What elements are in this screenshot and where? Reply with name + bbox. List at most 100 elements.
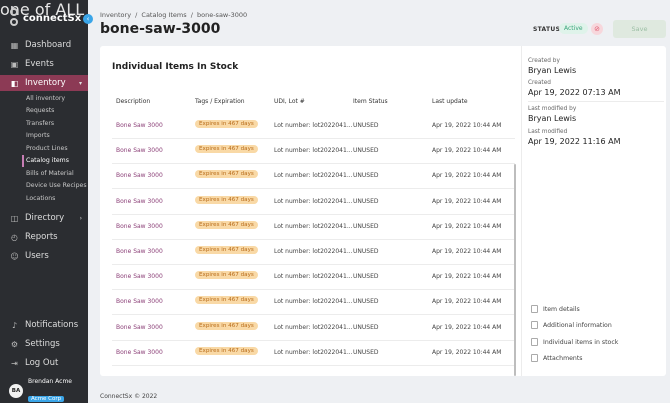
item-description-link[interactable]: Bone Saw 3000 <box>116 122 163 129</box>
inventory-icon: ◧ <box>10 78 19 88</box>
sidebar-item-reports[interactable]: ◴ Reports <box>0 229 88 245</box>
modified-by-value: Bryan Lewis <box>528 114 577 123</box>
item-description-link[interactable]: Bone Saw 3000 <box>116 198 163 205</box>
breadcrumb-inventory[interactable]: Inventory <box>100 11 131 19</box>
sidebar-item-label: Reports <box>25 232 58 242</box>
users-icon: ☺ <box>10 251 19 261</box>
item-status: UNUSED <box>353 197 379 205</box>
logo[interactable]: connectSx <box>10 8 81 28</box>
user-name: Brendan Acme <box>28 378 72 385</box>
table-row[interactable]: Bone Saw 3000 Expires in 467 days Lot numb… <box>112 240 515 265</box>
item-status: UNUSED <box>353 248 379 255</box>
last-update: Apr 19, 2022 10:44 AM <box>432 248 502 255</box>
side-link-additional-information[interactable]: Additional information <box>531 321 612 329</box>
last-update: Apr 19, 2022 10:44 AM <box>432 273 502 281</box>
sidebar: connectSx one of ALL ▦ Dashboard ▣ Event… <box>0 0 88 403</box>
table-row[interactable]: Bone Saw 3000 Expires in 467 days Lot numb… <box>112 215 515 240</box>
item-description-link[interactable]: Bone Saw 3000 <box>116 298 163 305</box>
column-header-udi[interactable]: UDI, Lot # <box>274 98 305 105</box>
table-row[interactable]: Bone Saw 3000 Expires in 467 days Lot numb… <box>112 190 515 215</box>
sidebar-item-settings[interactable]: ⚙ Settings <box>0 336 88 352</box>
table-row[interactable]: Bone Saw 3000 Expires in 467 days Lot numb… <box>112 290 515 316</box>
breadcrumb: Inventory / Catalog Items / bone-saw-300… <box>100 11 249 19</box>
table-row[interactable]: Bone Saw 3000 Expires in 467 days Lot numb… <box>112 114 515 139</box>
sidebar-item-directory[interactable]: ◫ Directory › <box>0 210 88 226</box>
sidebar-item-label: Settings <box>25 339 60 349</box>
item-description-link[interactable]: Bone Saw 3000 <box>116 324 163 331</box>
item-description-link[interactable]: Bone Saw 3000 <box>116 223 163 230</box>
modified-value: Apr 19, 2022 11:16 AM <box>528 137 621 146</box>
lot-number: Lot number: lot2022041... <box>274 248 353 255</box>
chevron-down-icon: ▾ <box>78 79 82 87</box>
last-update: Apr 19, 2022 10:44 AM <box>432 147 502 155</box>
sidebar-subitem-catalog-items[interactable]: Catalog items <box>22 155 88 167</box>
expiration-tag: Expires in 467 days <box>195 296 258 305</box>
side-link-label: Attachments <box>543 354 583 362</box>
side-link-attachments[interactable]: Attachments <box>531 354 583 362</box>
column-header-last-update[interactable]: Last update <box>432 98 468 105</box>
lot-number: Lot number: lot2022041... <box>274 298 353 306</box>
table-row[interactable]: Bone Saw 3000 Expires in 467 days Lot numb… <box>112 139 515 165</box>
user-profile[interactable]: BA Brendan Acme Acme Corp <box>0 378 88 403</box>
deactivate-icon[interactable]: ⊘ <box>591 23 603 35</box>
sidebar-item-users[interactable]: ☺ Users <box>0 248 88 264</box>
sidebar-item-label: Dashboard <box>25 40 72 50</box>
table-scrollbar[interactable] <box>514 164 516 376</box>
side-link-label: Item details <box>543 305 580 313</box>
document-icon <box>531 305 538 313</box>
sidebar-item-label: Inventory <box>25 78 66 88</box>
sidebar-subitem-all-inventory[interactable]: All inventory <box>22 93 88 105</box>
column-header-description[interactable]: Description <box>116 98 150 105</box>
table-row[interactable]: Bone Saw 3000 Expires in 467 days Lot numb… <box>112 341 515 366</box>
expiration-tag: Expires in 467 days <box>195 246 258 254</box>
sidebar-subitem-transfers[interactable]: Transfers <box>22 118 88 130</box>
sidebar-subitem-locations[interactable]: Locations <box>22 193 88 205</box>
status-badge[interactable]: Active <box>559 23 588 34</box>
lot-number: Lot number: lot2022041... <box>274 172 353 180</box>
sidebar-item-inventory[interactable]: ◧ Inventory ▾ <box>0 75 88 91</box>
sidebar-subitem-bills-of-material[interactable]: Bills of Material <box>22 168 88 180</box>
table-row[interactable]: Bone Saw 3000 Expires in 467 days Lot numb… <box>112 265 515 291</box>
item-description-link[interactable]: Bone Saw 3000 <box>116 172 163 179</box>
item-description-link[interactable]: Bone Saw 3000 <box>116 349 163 356</box>
side-link-individual-items[interactable]: Individual items in stock <box>531 338 618 346</box>
bell-icon: ♪ <box>11 320 18 330</box>
sidebar-subitem-requests[interactable]: Requests <box>22 105 88 117</box>
logout-icon: ⇥ <box>11 358 18 368</box>
document-icon <box>531 354 538 362</box>
gear-icon: ⚙ <box>10 339 19 349</box>
collapse-sidebar-button[interactable]: ‹ <box>83 14 93 24</box>
expiration-tag: Expires in 467 days <box>195 120 258 128</box>
breadcrumb-catalog-items[interactable]: Catalog Items <box>141 11 186 19</box>
save-button[interactable]: Save <box>613 20 666 38</box>
item-status: UNUSED <box>353 172 379 180</box>
item-description-link[interactable]: Bone Saw 3000 <box>116 248 163 255</box>
document-icon <box>531 321 538 329</box>
item-status: UNUSED <box>353 298 379 306</box>
item-description-link[interactable]: Bone Saw 3000 <box>116 273 163 280</box>
column-header-status[interactable]: Item Status <box>353 98 388 105</box>
table-row[interactable]: Bone Saw 3000 Expires in 467 days Lot numb… <box>112 316 515 341</box>
card-title: Individual Items In Stock <box>112 62 239 72</box>
sidebar-item-logout[interactable]: ⇥ Log Out <box>0 355 88 371</box>
org-badge: Acme Corp <box>28 396 65 402</box>
sidebar-item-dashboard[interactable]: ▦ Dashboard <box>0 37 88 53</box>
item-description-link[interactable]: Bone Saw 3000 <box>116 147 163 154</box>
sidebar-subitem-device-use-recipes[interactable]: Device Use Recipes <box>22 180 88 192</box>
column-header-tags[interactable]: Tags / Expiration <box>195 98 245 105</box>
item-status: UNUSED <box>353 348 379 356</box>
sidebar-subitem-product-lines[interactable]: Product Lines <box>22 143 88 155</box>
sidebar-subitem-imports[interactable]: Imports <box>22 130 88 142</box>
lot-number: Lot number: lot2022041... <box>274 222 353 230</box>
last-update: Apr 19, 2022 10:44 AM <box>432 222 502 230</box>
meta-divider <box>528 101 664 102</box>
expiration-tag: Expires in 467 days <box>195 271 258 280</box>
avatar: BA <box>9 384 23 398</box>
lot-number: Lot number: lot2022041... <box>274 273 353 281</box>
expiration-tag: Expires in 467 days <box>195 195 258 204</box>
sidebar-item-label: Users <box>25 251 49 261</box>
table-row[interactable]: Bone Saw 3000 Expires in 467 days Lot numb… <box>112 164 515 190</box>
side-link-item-details[interactable]: Item details <box>531 305 580 313</box>
sidebar-item-notifications[interactable]: ♪ Notifications <box>0 317 88 333</box>
sidebar-item-events[interactable]: ▣ Events <box>0 56 88 72</box>
